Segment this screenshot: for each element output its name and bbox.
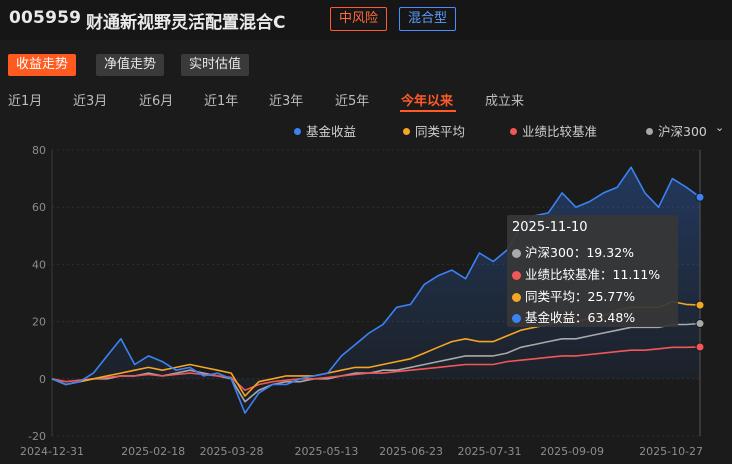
range-5y[interactable]: 近5年 [335, 90, 369, 109]
fund-type-badge: 混合型 [399, 7, 457, 31]
y-tick-label: 60 [32, 201, 46, 214]
tooltip-date: 2025-11-10 [512, 220, 588, 235]
legend-label: 沪深300 [658, 124, 707, 139]
tooltip-dot-icon [512, 271, 521, 280]
tooltip-row-fund-return: 基金收益：63.48% [512, 307, 635, 326]
range-1m[interactable]: 近1月 [8, 90, 42, 109]
legend-label: 业绩比较基准 [522, 124, 598, 139]
x-tick-label: 2025-07-31 [458, 445, 522, 458]
legend-csi300[interactable]: 沪深300 [646, 121, 707, 140]
risk-badge: 中风险 [330, 7, 388, 31]
range-3m[interactable]: 近3月 [73, 90, 107, 109]
tab-return-trend[interactable]: 收益走势 [8, 54, 77, 76]
legend-dot-icon [403, 128, 410, 135]
chart-tooltip: 2025-11-10 沪深300：19.32% 业绩比较基准：11.11% 同类… [507, 215, 678, 327]
csi300-marker [695, 319, 705, 329]
y-tick-label: 20 [32, 316, 46, 329]
tooltip-row-peer-average: 同类平均：25.77% [512, 286, 635, 305]
fund-code: 005959 [9, 8, 82, 28]
fund-return-marker [695, 192, 705, 202]
tooltip-label: 沪深300：19.32% [525, 245, 635, 260]
legend-fund-return[interactable]: 基金收益 [294, 121, 356, 140]
tooltip-dot-icon [512, 249, 521, 258]
x-tick-label: 2024-12-31 [20, 445, 84, 458]
peer-average-marker [695, 300, 705, 310]
legend-benchmark[interactable]: 业绩比较基准 [510, 121, 597, 140]
y-tick-label: 40 [32, 258, 46, 271]
legend-label: 同类平均 [415, 124, 466, 139]
range-1y[interactable]: 近1年 [204, 90, 238, 109]
y-tick-label: 0 [39, 373, 46, 386]
legend-dot-icon [646, 128, 653, 135]
tab-realtime-estimate[interactable]: 实时估值 [181, 54, 250, 76]
legend-dot-icon [510, 128, 517, 135]
legend-peer-average[interactable]: 同类平均 [403, 121, 465, 140]
tooltip-row-benchmark: 业绩比较基准：11.11% [512, 264, 660, 283]
range-since-inception[interactable]: 成立来 [485, 90, 524, 109]
tooltip-row-csi300: 沪深300：19.32% [512, 242, 634, 261]
x-tick-label: 2025-09-09 [540, 445, 604, 458]
tooltip-label: 同类平均：25.77% [525, 289, 636, 304]
x-tick-label: 2025-02-18 [121, 445, 185, 458]
range-6m[interactable]: 近6月 [139, 90, 173, 109]
benchmark-marker [695, 342, 705, 352]
range-3y[interactable]: 近3年 [269, 90, 303, 109]
range-ytd[interactable]: 今年以来 [401, 90, 453, 109]
tooltip-dot-icon [512, 314, 521, 323]
tooltip-label: 业绩比较基准：11.11% [525, 267, 661, 282]
tooltip-dot-icon [512, 293, 521, 302]
tab-nav-trend[interactable]: 净值走势 [96, 54, 165, 76]
x-tick-label: 2025-06-23 [379, 445, 443, 458]
chevron-down-icon[interactable]: ⌄ [715, 121, 724, 134]
tooltip-label: 基金收益：63.48% [525, 310, 636, 325]
fund-header: 005959 财通新视野灵活配置混合C 中风险 混合型 [0, 0, 732, 40]
x-tick-label: 2025-03-28 [200, 445, 264, 458]
x-tick-label: 2025-05-13 [295, 445, 359, 458]
fund-name: 财通新视野灵活配置混合C [86, 13, 286, 33]
y-tick-label: -20 [28, 430, 46, 443]
x-tick-label: 2025-10-27 [639, 445, 703, 458]
range-active-underline [400, 110, 456, 112]
legend-dot-icon [294, 128, 301, 135]
y-tick-label: 80 [32, 144, 46, 157]
legend-label: 基金收益 [306, 124, 357, 139]
